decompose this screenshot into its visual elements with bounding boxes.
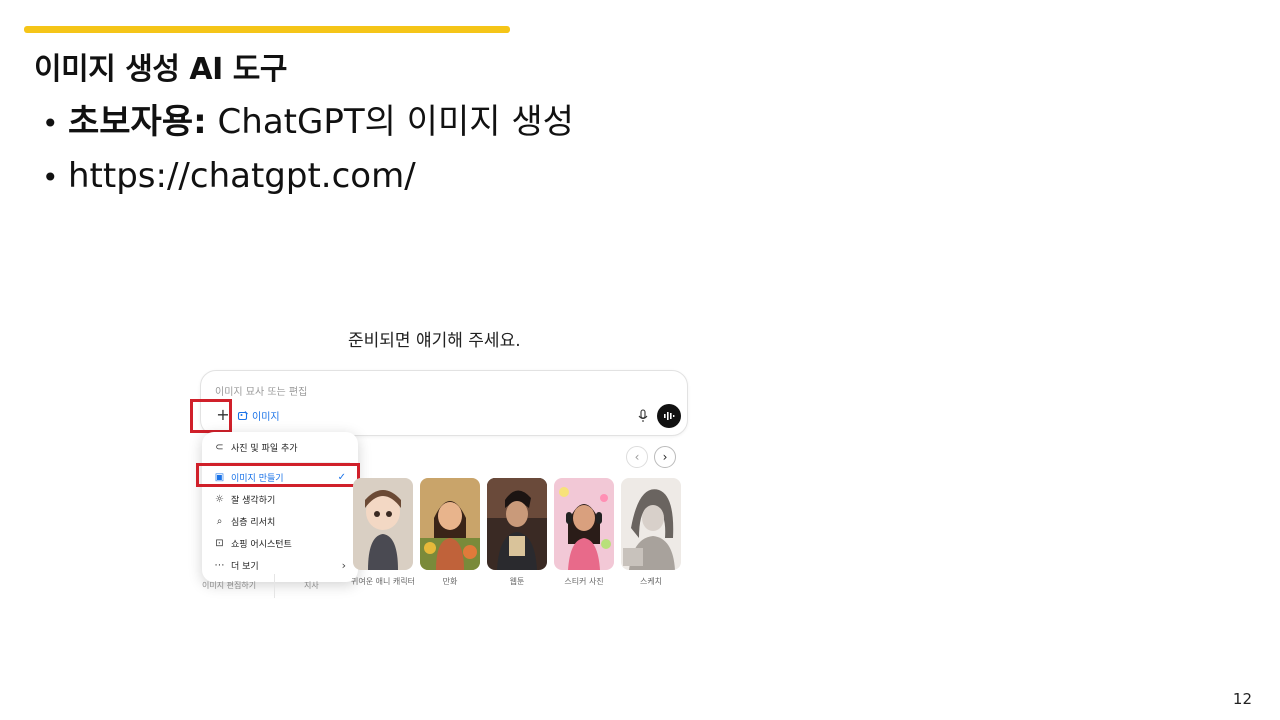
- composer-placeholder[interactable]: 이미지 묘사 또는 편집: [215, 383, 307, 398]
- tools-dropdown-menu: ⊂ 사진 및 파일 추가 ▣ 이미지 만들기 ✓ ☼ 잘 생각하기 ⌕ 심층 리…: [202, 432, 358, 582]
- bullet-list: • 초보자용: ChatGPT의 이미지 생성 • https://chatgpt.…: [42, 96, 574, 204]
- style-label-sticker-photo: 스티커 사진: [564, 577, 604, 586]
- cartoon-thumbnail: [420, 478, 480, 570]
- voice-mode-button[interactable]: [657, 404, 681, 428]
- menu-item-label: 잘 생각하기: [231, 495, 276, 506]
- embedded-chatgpt-screenshot: 준비되면 얘기해 주세요. 이미지 묘사 또는 편집 + 이미지 ⊂ 사진 및 …: [188, 318, 704, 608]
- cute-anime-thumbnail: [353, 478, 413, 570]
- bullet-text: ChatGPT의 이미지 생성: [206, 102, 574, 142]
- style-card-webtoon[interactable]: [487, 478, 547, 570]
- menu-item-label: 쇼핑 어시스턴트: [231, 539, 292, 550]
- image-create-icon: [237, 410, 248, 420]
- menu-item-more[interactable]: ⋯ 더 보기 ›: [202, 554, 358, 576]
- menu-item-label: 사진 및 파일 추가: [231, 443, 298, 454]
- bullet-item-url: • https://chatgpt.com/: [42, 150, 574, 204]
- style-label-webtoon: 웹툰: [509, 577, 525, 586]
- title-accent-bar: [24, 26, 510, 33]
- microphone-icon[interactable]: [637, 409, 649, 423]
- chatgpt-headline: 준비되면 얘기해 주세요.: [348, 331, 521, 351]
- bullet-item-beginner: • 초보자용: ChatGPT의 이미지 생성: [42, 96, 574, 150]
- menu-item-label: 더 보기: [231, 561, 259, 572]
- style-card-sketch[interactable]: [621, 478, 681, 570]
- waveform-icon: [664, 412, 675, 420]
- page-number: 12: [1232, 690, 1252, 708]
- under-label-partial: 지사: [304, 581, 319, 590]
- style-card-sticker-photo[interactable]: [554, 478, 614, 570]
- carousel-next-button[interactable]: ›: [654, 446, 676, 468]
- style-label-cartoon: 만화: [442, 577, 458, 586]
- image-mode-chip[interactable]: 이미지: [237, 408, 280, 423]
- style-card-cute-anime[interactable]: [353, 478, 413, 570]
- lightbulb-icon: ☼: [215, 493, 224, 505]
- carousel-prev-button[interactable]: ‹: [626, 446, 648, 468]
- plus-highlight-box: [190, 399, 232, 433]
- bullet-dot: •: [42, 107, 59, 140]
- style-card-cartoon[interactable]: [420, 478, 480, 570]
- shopping-bag-icon: ⊡: [215, 537, 224, 549]
- bullet-url[interactable]: https://chatgpt.com/: [68, 156, 416, 196]
- slide-title: 이미지 생성 AI 도구: [34, 52, 287, 87]
- sticker-photo-thumbnail: [554, 478, 614, 570]
- menu-item-label: 심층 리서치: [231, 517, 276, 528]
- menu-item-think[interactable]: ☼ 잘 생각하기: [202, 488, 358, 510]
- more-icon: ⋯: [214, 559, 225, 571]
- sketch-thumbnail: [621, 478, 681, 570]
- style-label-cute-anime: 귀여운 애니 캐릭터: [351, 577, 415, 586]
- webtoon-thumbnail: [487, 478, 547, 570]
- chevron-right-icon: ›: [341, 558, 346, 572]
- under-label-edit-image: 이미지 편집하기: [202, 581, 257, 590]
- create-image-highlight-box: [196, 463, 360, 487]
- paperclip-icon: ⊂: [215, 441, 224, 453]
- image-mode-label: 이미지: [252, 412, 280, 423]
- bullet-bold-label: 초보자용:: [68, 102, 207, 142]
- menu-item-deep-research[interactable]: ⌕ 심층 리서치: [202, 510, 358, 532]
- under-divider: [274, 574, 275, 598]
- prompt-composer[interactable]: 이미지 묘사 또는 편집 + 이미지: [200, 370, 688, 436]
- menu-item-shopping[interactable]: ⊡ 쇼핑 어시스턴트: [202, 532, 358, 554]
- bullet-dot: •: [42, 161, 59, 194]
- style-label-sketch: 스케치: [639, 577, 663, 586]
- menu-item-add-files[interactable]: ⊂ 사진 및 파일 추가: [202, 436, 358, 458]
- telescope-icon: ⌕: [216, 515, 223, 527]
